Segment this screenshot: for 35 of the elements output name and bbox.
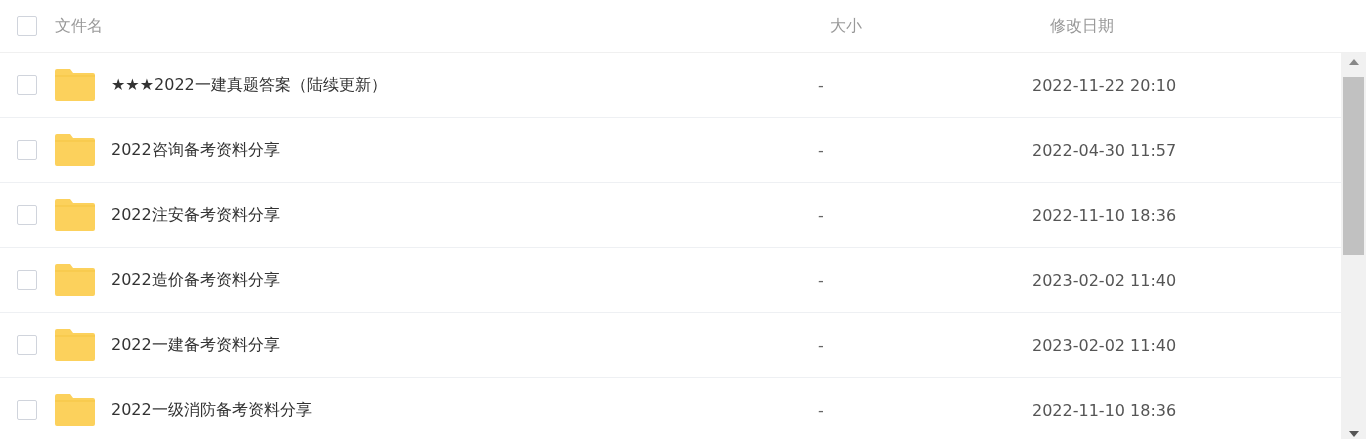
checkbox[interactable] [17, 140, 37, 160]
file-name[interactable]: 2022造价备考资料分享 [111, 269, 280, 291]
file-size: - [818, 400, 824, 420]
modified-date: 2023-02-02 11:40 [1032, 335, 1177, 355]
folder-icon [55, 394, 95, 426]
file-size: - [818, 335, 824, 355]
modified-date: 2022-11-10 18:36 [1032, 400, 1177, 420]
modified-date: 2022-04-30 11:57 [1032, 140, 1177, 160]
file-name[interactable]: 2022一建备考资料分享 [111, 334, 280, 356]
folder-icon [55, 134, 95, 166]
checkbox[interactable] [17, 335, 37, 355]
folder-icon [55, 69, 95, 101]
file-size: - [818, 140, 824, 160]
checkbox[interactable] [17, 400, 37, 420]
scroll-down-icon[interactable] [1348, 431, 1359, 437]
scrollbar[interactable] [1341, 53, 1366, 439]
modified-date: 2022-11-22 20:10 [1032, 75, 1177, 95]
modified-date: 2023-02-02 11:40 [1032, 270, 1177, 290]
file-size: - [818, 270, 824, 290]
modified-date: 2022-11-10 18:36 [1032, 205, 1177, 225]
checkbox[interactable] [17, 205, 37, 225]
folder-icon [55, 264, 95, 296]
checkbox[interactable] [17, 75, 37, 95]
file-size: - [818, 205, 824, 225]
checkbox[interactable] [17, 270, 37, 290]
file-size: - [818, 75, 824, 95]
checkbox[interactable] [17, 16, 37, 36]
scrollbar-thumb[interactable] [1343, 77, 1364, 255]
folder-icon [55, 329, 95, 361]
scroll-up-icon[interactable] [1348, 59, 1359, 65]
folder-icon [55, 199, 95, 231]
file-name[interactable]: 2022咨询备考资料分享 [111, 139, 280, 161]
file-name[interactable]: 2022一级消防备考资料分享 [111, 399, 312, 421]
file-name[interactable]: 2022注安备考资料分享 [111, 204, 280, 226]
file-name[interactable]: ★★★2022一建真题答案（陆续更新） [111, 74, 387, 96]
